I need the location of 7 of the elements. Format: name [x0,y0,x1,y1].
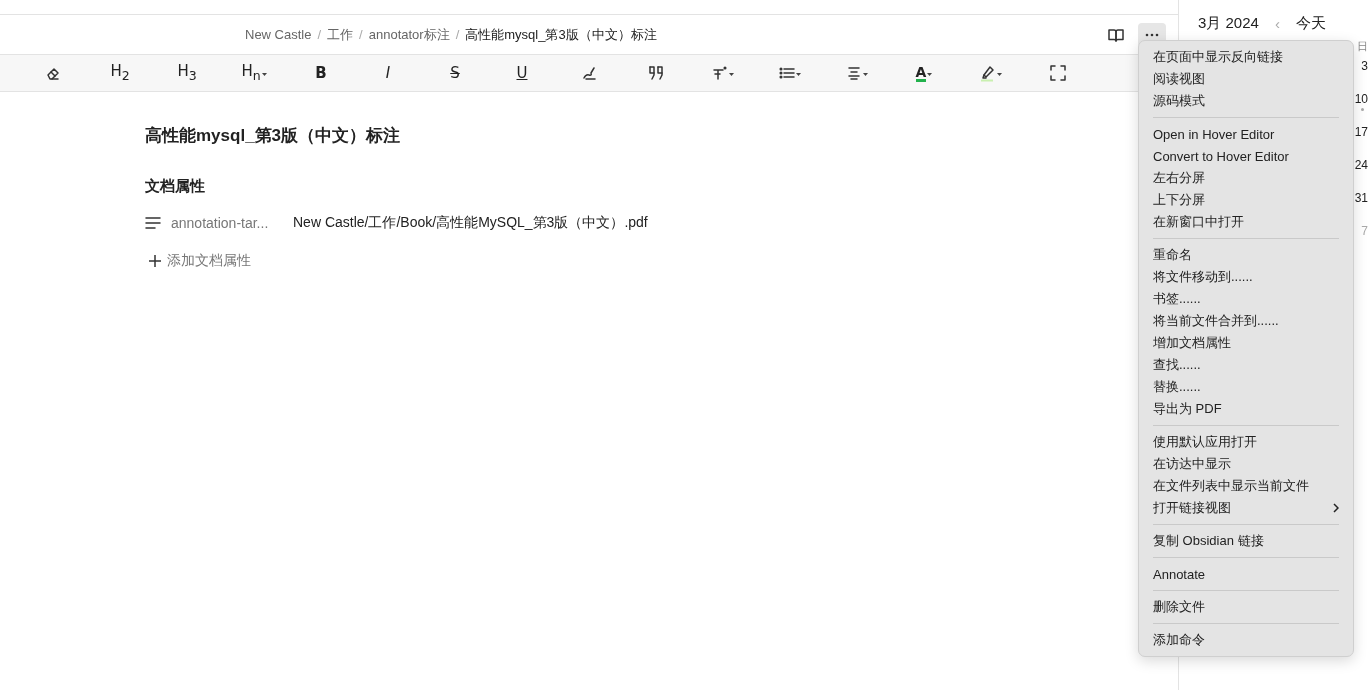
path-separator: / [359,27,363,42]
path-separator: / [455,27,460,42]
path-separator: / [317,27,322,42]
weekday-label: 日 [1357,39,1368,54]
calendar-month: 3月 2024 [1198,14,1259,33]
add-property-label: 添加文档属性 [167,252,251,270]
note-title: 高性能mysql_第3版（中文）标注 [145,125,401,147]
